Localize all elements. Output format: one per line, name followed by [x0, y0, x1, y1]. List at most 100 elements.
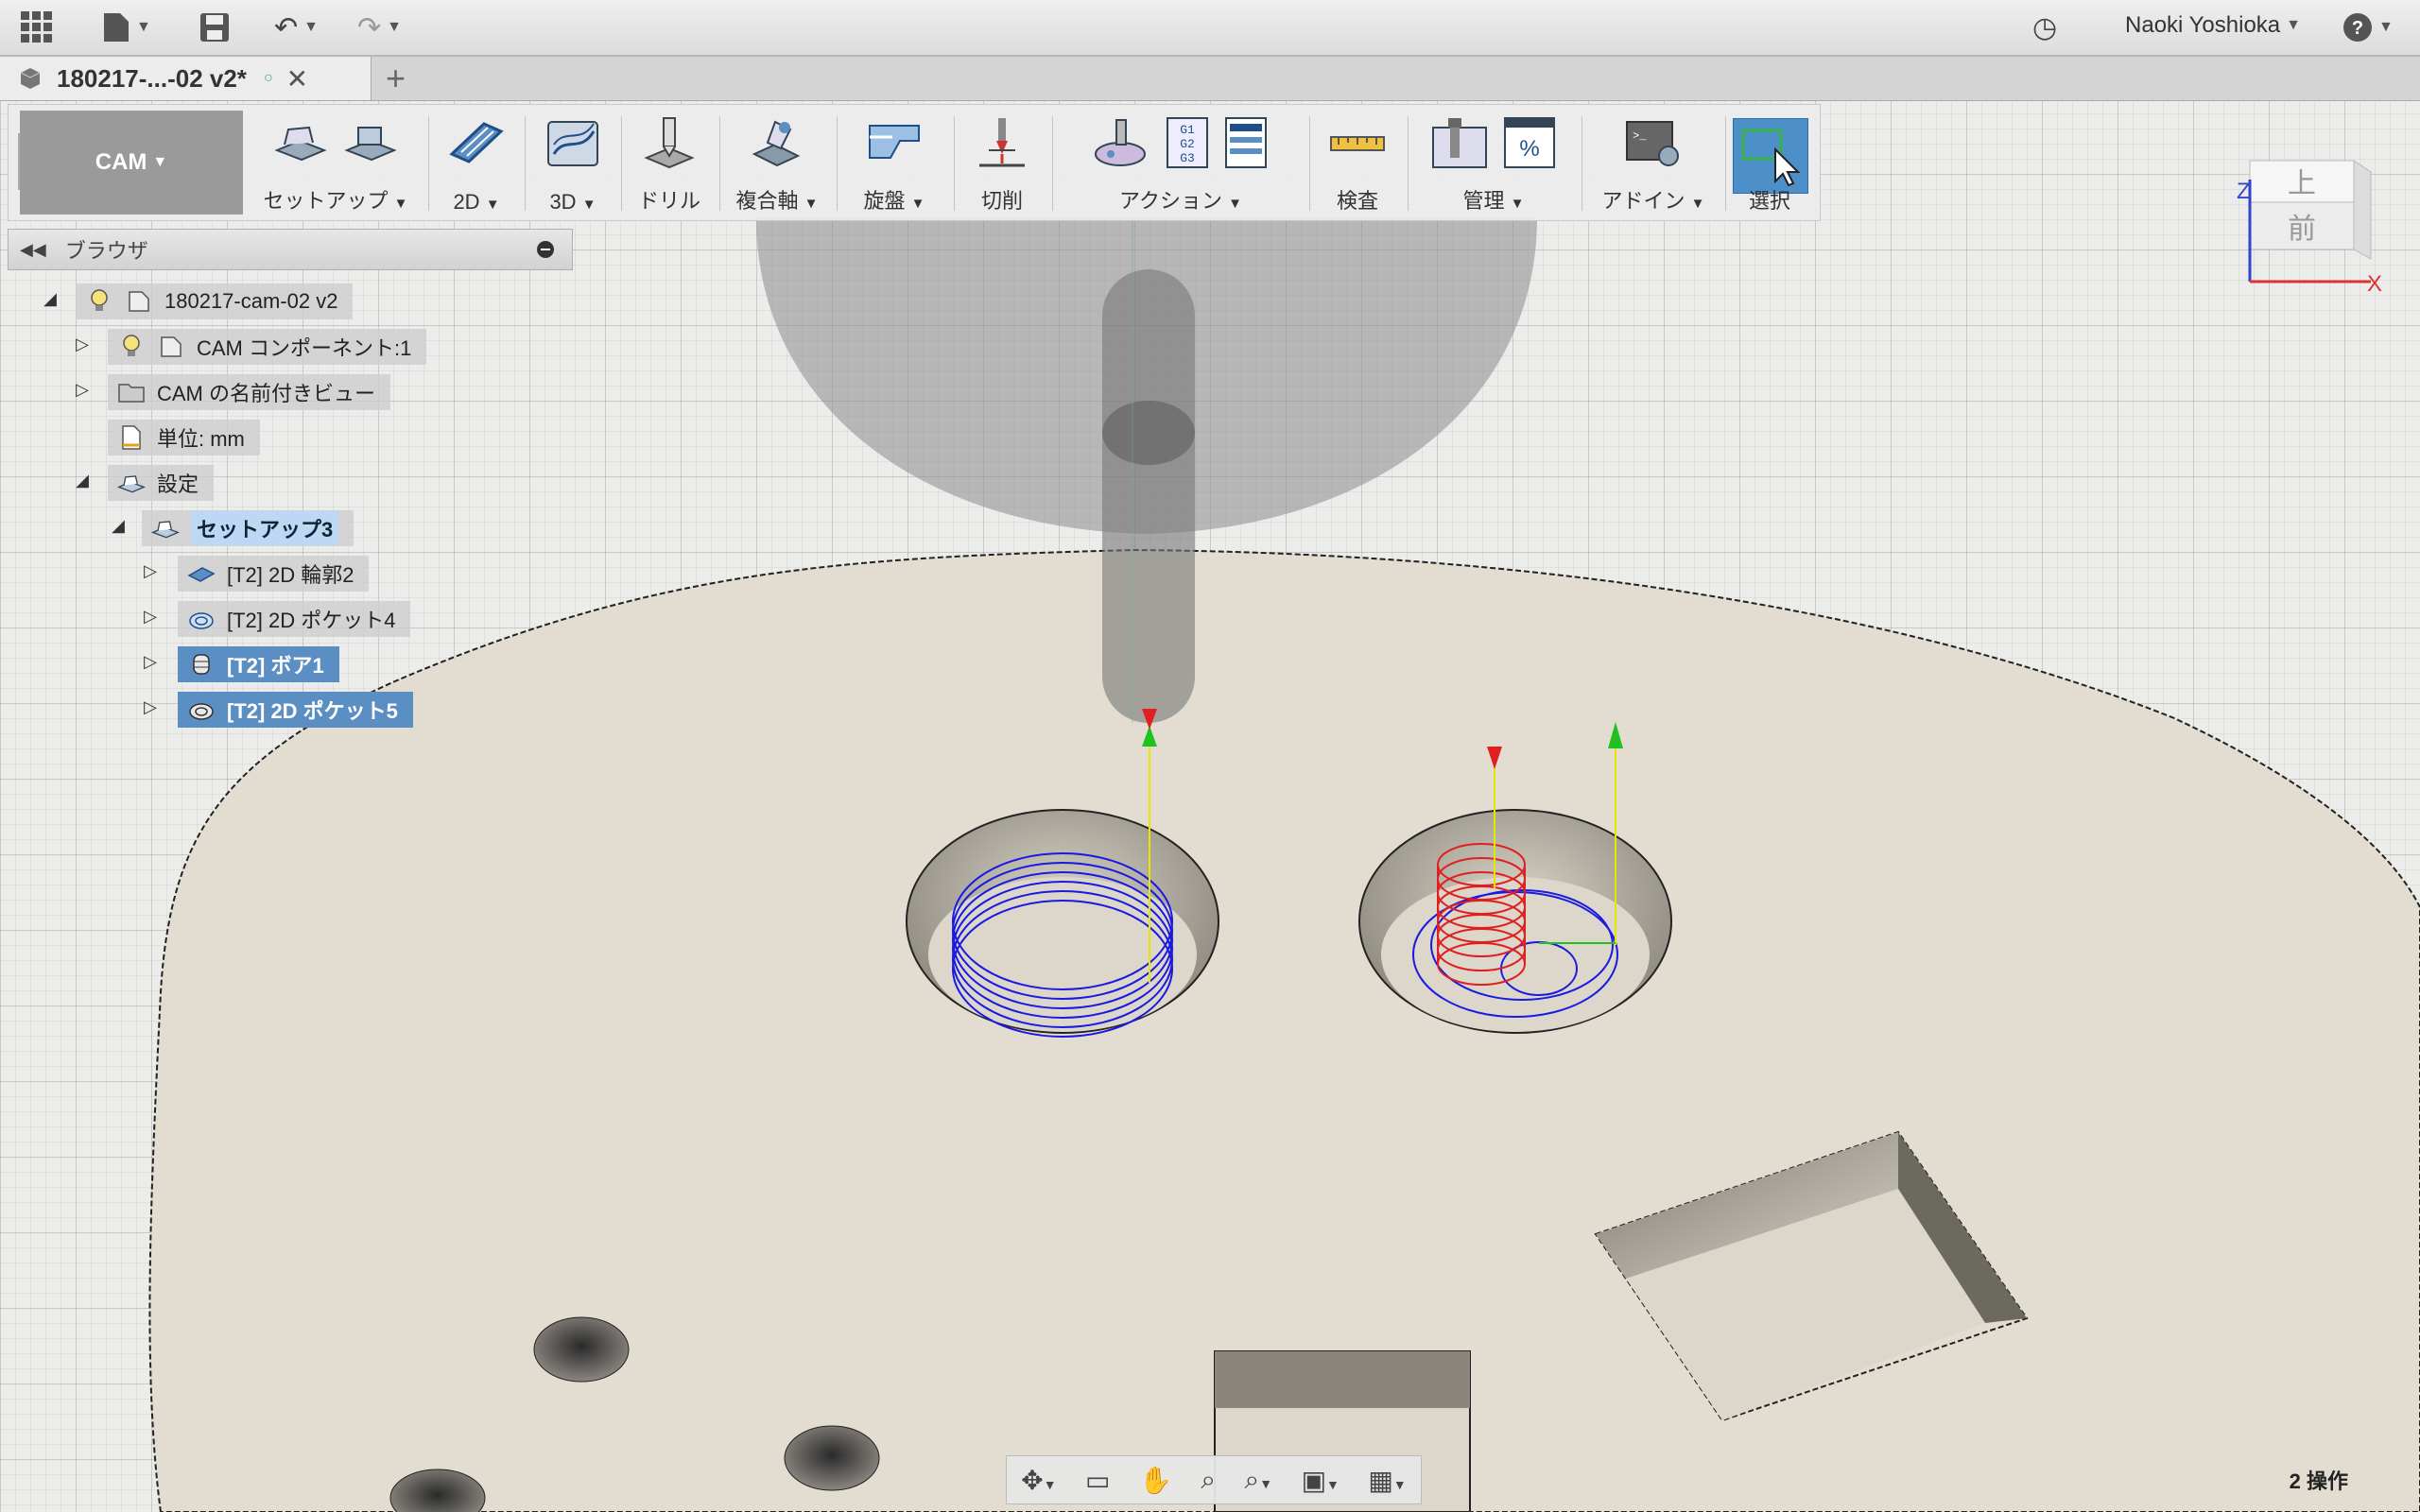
setup-group[interactable]: セットアップ ▼ [251, 111, 421, 216]
navigation-bar: ✥▼ ▭ ✋ ⌕ ⌕▼ ▣▼ ▦▼ [1006, 1455, 1422, 1504]
browser-item-label: CAM コンポーネント:1 [197, 336, 412, 360]
3d-group[interactable]: 3D ▼ [530, 111, 615, 216]
browser-item-named-views[interactable]: CAM の名前付きビュー [108, 374, 391, 410]
manage-group-label: 管理 [1462, 189, 1505, 213]
scripts-addins-icon: >_ [1626, 121, 1679, 166]
file-menu-icon[interactable]: ▼ [102, 9, 151, 45]
zoom-icon[interactable]: ⌕ [1201, 1465, 1216, 1496]
pan-hand-icon[interactable]: ✋ [1139, 1465, 1172, 1496]
inspect-group[interactable]: 検査 [1315, 111, 1400, 216]
expand-triangle-icon[interactable]: ▷ [140, 697, 161, 717]
turning-icon [869, 125, 920, 159]
multi-axis-group[interactable]: 複合軸 ▼ [725, 111, 829, 216]
addins-group-label: アドイン [1601, 189, 1685, 213]
look-at-icon[interactable]: ▭ [1085, 1465, 1110, 1496]
view-cube-front-label: 前 [2288, 213, 2316, 246]
svg-text:%: % [1519, 136, 1539, 162]
actions-group[interactable]: G1 G2 G3 アクション ▼ [1058, 111, 1304, 216]
browser-item-op-contour2[interactable]: [T2] 2D 輪郭2 [178, 556, 370, 592]
2d-group[interactable]: 2D ▼ [434, 111, 519, 216]
redo-icon[interactable]: ↷ ▼ [357, 9, 402, 45]
visibility-bulb-icon[interactable] [85, 289, 113, 313]
expand-triangle-icon[interactable]: ▷ [140, 561, 161, 581]
stock-setup-icon [344, 127, 397, 162]
cutting-group[interactable]: 切削 [959, 111, 1045, 216]
select-group[interactable]: 選択 [1725, 111, 1814, 216]
actions-group-label: アクション [1119, 189, 1222, 213]
browser-item-op-bore1[interactable]: [T2] ボア1 [178, 646, 339, 682]
cutting-icon [979, 118, 1025, 167]
browser-item-op-pocket4[interactable]: [T2] 2D ポケット4 [178, 601, 411, 637]
svg-text:?: ? [2352, 18, 2363, 39]
setup-icon [151, 517, 180, 540]
browser-item-setup3[interactable]: セットアップ3 [142, 510, 354, 546]
new-tab-icon[interactable]: + [386, 59, 406, 98]
svg-text:G2: G2 [1180, 137, 1195, 151]
browser-item-label: [T2] 2D 輪郭2 [227, 563, 354, 587]
document-tab-title: 180217-...-02 v2* [57, 63, 247, 93]
svg-text:G1: G1 [1180, 123, 1195, 137]
display-settings-icon[interactable]: ▣▼ [1302, 1465, 1340, 1496]
browser-root-label: 180217-cam-02 v2 [164, 289, 338, 313]
svg-text:G3: G3 [1180, 151, 1195, 165]
browser-item-label: [T2] ボア1 [227, 654, 324, 678]
cam-toolbar: CAM ▼ セットアップ ▼ 2D ▼ 3D ▼ ドリル 複合軸 ▼ 旋盤 ▼ … [8, 104, 1821, 221]
expand-triangle-icon[interactable]: ▷ [72, 380, 93, 400]
select-group-label: 選択 [1748, 189, 1790, 213]
chevron-down-icon: ▼ [2286, 17, 2301, 33]
browser-item-label: CAM の名前付きビュー [157, 382, 376, 405]
save-icon[interactable] [199, 9, 231, 45]
inspect-group-label: 検査 [1336, 189, 1378, 213]
orbit-icon[interactable]: ✥▼ [1021, 1465, 1056, 1496]
2d-contour-icon [187, 562, 216, 585]
multi-axis-group-label: 複合軸 [735, 189, 799, 213]
workspace-switcher[interactable]: CAM ▼ [20, 111, 243, 215]
browser-title: ブラウザ [64, 239, 148, 263]
browser-item-op-pocket5[interactable]: [T2] 2D ポケット5 [178, 692, 413, 728]
setup-folder-icon [117, 472, 146, 494]
document-icon [125, 290, 153, 313]
collapse-triangle-icon[interactable]: ◢ [72, 471, 93, 490]
grid-menu-icon[interactable] [19, 9, 55, 45]
document-tab-bar: 180217-...-02 v2* ○ ✕ + [0, 57, 2420, 101]
model-scene[interactable] [0, 0, 2420, 1512]
user-menu[interactable]: Naoki Yoshioka ▼ [2125, 12, 2301, 39]
addins-group[interactable]: >_ アドイン ▼ [1587, 111, 1720, 216]
view-cube[interactable]: 上 前 Z X [2231, 151, 2382, 297]
browser-item-units[interactable]: 単位: mm [108, 420, 260, 455]
simulate-icon [1095, 119, 1146, 166]
select-button[interactable] [1733, 118, 1808, 194]
grid-settings-icon[interactable]: ▦▼ [1368, 1465, 1406, 1496]
user-name: Naoki Yoshioka [2125, 12, 2281, 38]
bore-icon [187, 653, 216, 676]
unsaved-dot-icon: ○ [263, 70, 273, 86]
component-icon [157, 335, 185, 358]
collapse-panel-icon[interactable]: ◀◀ [20, 240, 46, 260]
close-tab-icon[interactable]: ✕ [286, 63, 308, 94]
zoom-window-icon[interactable]: ⌕▼ [1245, 1465, 1273, 1496]
undo-icon[interactable]: ↶ ▼ [274, 9, 319, 45]
folder-icon [117, 381, 146, 404]
job-status-clock-icon[interactable]: ◷ [2032, 9, 2057, 45]
browser-header[interactable]: ◀◀ ブラウザ [8, 229, 573, 270]
turning-group[interactable]: 旋盤 ▼ [842, 111, 946, 216]
manage-group[interactable]: % 管理 ▼ [1413, 111, 1574, 216]
drill-group[interactable]: ドリル [627, 111, 712, 216]
document-tab[interactable]: 180217-...-02 v2* ○ ✕ [0, 57, 372, 100]
workspace-label: CAM [95, 149, 147, 175]
3d-adaptive-icon [547, 121, 598, 166]
browser-options-icon[interactable] [536, 240, 555, 259]
expand-triangle-icon[interactable]: ▷ [140, 607, 161, 627]
collapse-triangle-icon[interactable]: ◢ [40, 289, 60, 309]
browser-item-setups[interactable]: 設定 [108, 465, 215, 501]
browser-root-node[interactable]: 180217-cam-02 v2 [76, 284, 354, 319]
expand-triangle-icon[interactable]: ▷ [72, 335, 93, 354]
units-document-icon [117, 425, 146, 450]
collapse-triangle-icon[interactable]: ◢ [108, 516, 129, 536]
expand-triangle-icon[interactable]: ▷ [140, 652, 161, 672]
chevron-down-icon: ▼ [152, 154, 168, 170]
visibility-bulb-icon[interactable] [117, 335, 146, 358]
cutting-group-label: 切削 [980, 189, 1023, 213]
help-icon[interactable]: ? ▼ [2342, 9, 2394, 45]
browser-item-cam-component[interactable]: CAM コンポーネント:1 [108, 329, 427, 365]
